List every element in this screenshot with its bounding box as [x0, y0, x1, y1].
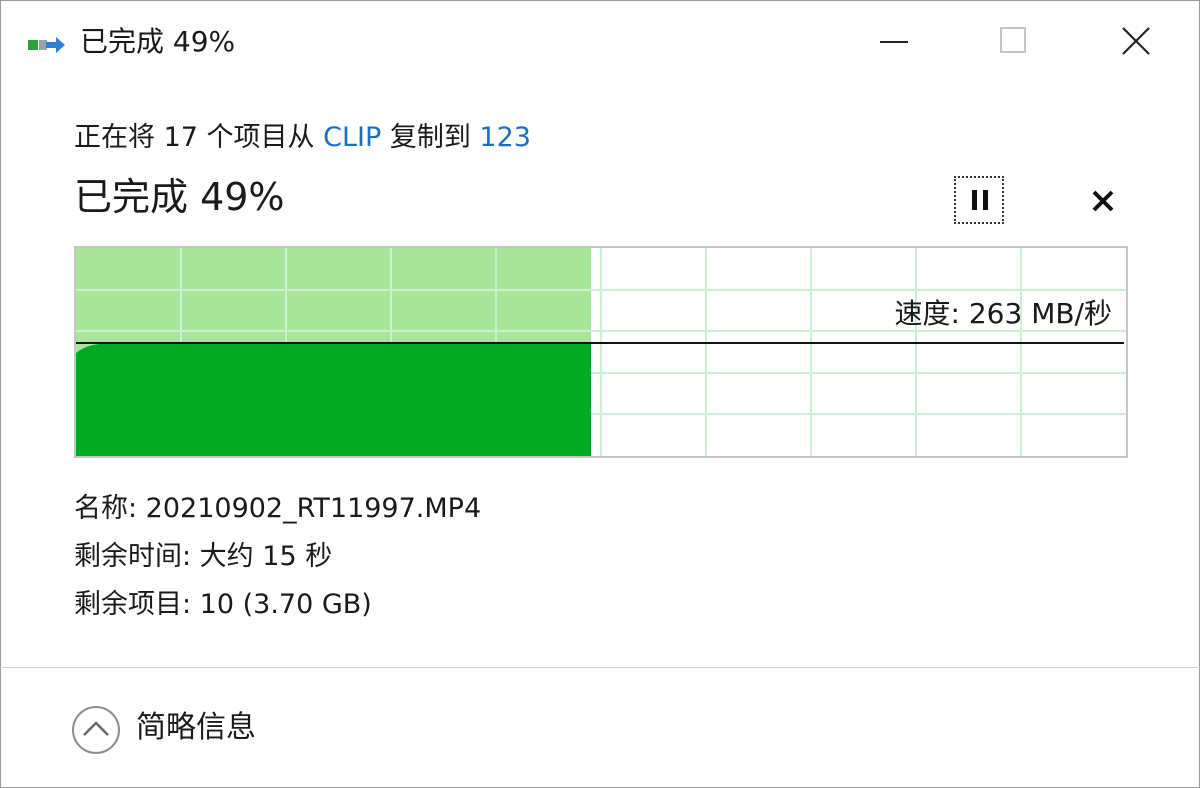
- speed-label: 速度: 263 MB/秒: [895, 297, 1112, 330]
- minimize-button[interactable]: [864, 14, 924, 70]
- copy-description: 正在将 17 个项目从 CLIP 复制到 123: [74, 120, 531, 156]
- title-bar: 已完成 49%: [0, 0, 1200, 84]
- progress-heading: 已完成 49%: [74, 175, 285, 219]
- minimize-icon: [880, 41, 908, 43]
- time-remaining: 剩余时间: 大约 15 秒: [74, 541, 333, 572]
- speed-history-area: [76, 344, 591, 456]
- items-remaining: 剩余项目: 10 (3.70 GB): [74, 589, 372, 620]
- window-title: 已完成 49%: [80, 25, 236, 58]
- speed-chart-graphic: 速度: 263 MB/秒: [76, 248, 1126, 456]
- maximize-icon: [1000, 27, 1026, 53]
- maximize-button[interactable]: [984, 14, 1044, 70]
- pause-button[interactable]: [954, 176, 1004, 224]
- copy-middle: 复制到: [381, 122, 480, 153]
- close-icon: [1122, 27, 1150, 55]
- destination-folder-link[interactable]: 123: [479, 122, 531, 153]
- copy-prefix: 正在将 17 个项目从: [74, 122, 324, 153]
- close-icon: [1092, 190, 1114, 212]
- close-button[interactable]: [1106, 14, 1166, 70]
- cancel-button[interactable]: [1082, 180, 1124, 222]
- fewer-details-button[interactable]: [70, 704, 122, 756]
- source-folder-link[interactable]: CLIP: [323, 122, 381, 153]
- chevron-up-icon: [72, 706, 120, 754]
- file-name: 名称: 20210902_RT11997.MP4: [74, 493, 482, 524]
- fewer-details-label[interactable]: 简略信息: [136, 708, 256, 748]
- footer-divider: [0, 667, 1200, 668]
- file-transfer-icon: [26, 32, 66, 58]
- transfer-speed-chart: 速度: 263 MB/秒: [74, 246, 1128, 458]
